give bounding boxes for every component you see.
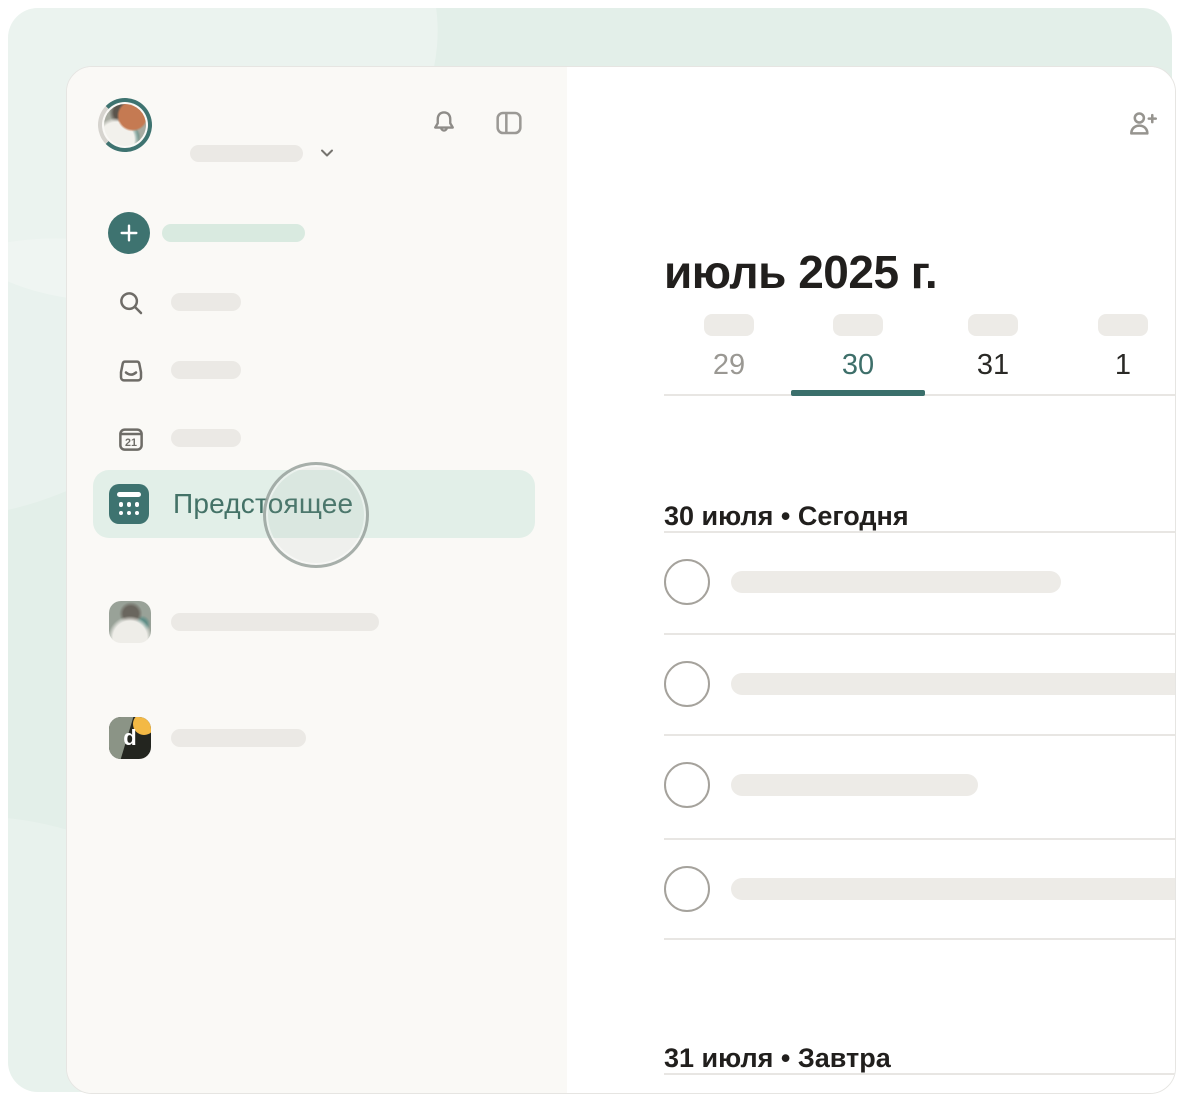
project-avatar: d [109, 717, 151, 759]
weekday-skeleton [1098, 314, 1148, 336]
day-number: 31 [926, 347, 1060, 383]
day-number: 29 [662, 347, 796, 383]
upcoming-grid-icon [109, 484, 149, 524]
workspace-switcher[interactable] [95, 95, 313, 155]
project-avatar-letter: d [109, 717, 151, 759]
day-number: 30 [791, 347, 925, 383]
page-title: июль 2025 г. [664, 244, 937, 300]
task-title-skeleton [731, 673, 1176, 695]
day-column-29[interactable]: 29 [662, 314, 796, 399]
day-number: 1 [1056, 347, 1176, 383]
app-window: 21 Предстоящее d [66, 66, 1176, 1094]
section-header-tomorrow: 31 июля • Завтра [664, 1041, 891, 1075]
sidebar-toggle-icon [493, 107, 525, 139]
sidebar-toggle-button[interactable] [491, 105, 527, 141]
avatar [98, 98, 152, 152]
day-column-30-selected[interactable]: 30 [791, 314, 925, 399]
weekday-skeleton [704, 314, 754, 336]
sidebar-item-upcoming[interactable]: Предстоящее [93, 470, 535, 538]
today-label-skeleton [171, 429, 241, 447]
avatar-photo [104, 104, 146, 146]
task-checkbox[interactable] [664, 762, 710, 808]
task-checkbox[interactable] [664, 866, 710, 912]
main-content: июль 2025 г. 29 30 31 1 [567, 67, 1175, 1093]
divider [664, 938, 1175, 940]
project-label-skeleton [171, 729, 306, 747]
sidebar-item-today[interactable]: 21 [115, 423, 147, 455]
desktop-background: 21 Предстоящее d [0, 0, 1180, 1100]
search-label-skeleton [171, 293, 241, 311]
add-person-icon [1126, 108, 1158, 140]
bell-icon [429, 108, 459, 138]
sidebar-item-project[interactable] [67, 589, 527, 655]
add-task-label-skeleton [162, 224, 305, 242]
task-title-skeleton [731, 878, 1176, 900]
project-avatar [109, 601, 151, 643]
sidebar-item-label: Предстоящее [173, 487, 353, 521]
selected-day-underline [791, 390, 925, 396]
calendar-day-number: 21 [125, 437, 137, 449]
sidebar-item-project[interactable]: d [67, 705, 527, 771]
divider [664, 1073, 1175, 1075]
task-checkbox[interactable] [664, 559, 710, 605]
calendar-icon: 21 [116, 424, 146, 454]
add-task-button[interactable] [108, 212, 150, 254]
search-icon [116, 288, 146, 318]
chevron-down-icon [317, 143, 337, 163]
day-column-31[interactable]: 31 [926, 314, 1060, 399]
inbox-label-skeleton [171, 361, 241, 379]
task-row[interactable] [567, 840, 1175, 940]
day-column-1[interactable]: 1 [1056, 314, 1176, 399]
plus-icon [118, 222, 140, 244]
task-row[interactable] [567, 736, 1175, 836]
section-header-today: 30 июля • Сегодня [664, 499, 909, 533]
inbox-icon [116, 356, 146, 386]
task-title-skeleton [731, 571, 1061, 593]
task-title-skeleton [731, 774, 978, 796]
workspace-name-skeleton [190, 145, 303, 162]
weekday-skeleton [968, 314, 1018, 336]
weekday-skeleton [833, 314, 883, 336]
share-button[interactable] [1123, 105, 1161, 143]
project-label-skeleton [171, 613, 379, 631]
task-checkbox[interactable] [664, 661, 710, 707]
sidebar-item-inbox[interactable] [115, 355, 147, 387]
task-row[interactable] [567, 635, 1175, 735]
sidebar-item-search[interactable] [115, 287, 147, 319]
notifications-button[interactable] [426, 105, 462, 141]
task-row[interactable] [567, 533, 1175, 633]
sidebar: 21 Предстоящее d [67, 67, 567, 1093]
